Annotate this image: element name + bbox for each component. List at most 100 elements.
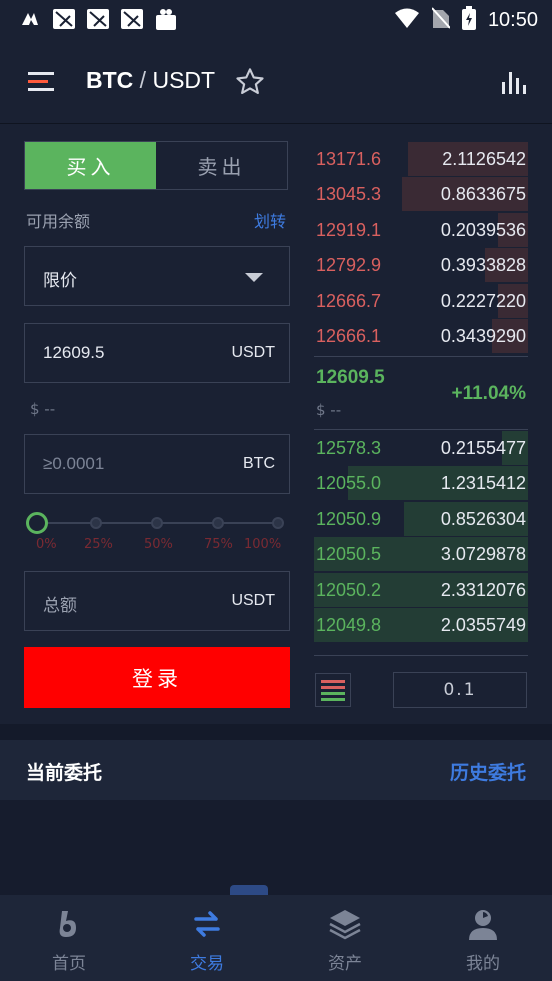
menu-icon[interactable]	[28, 70, 58, 94]
bid-price: 12578.3	[316, 438, 382, 458]
nav-home-label: 首页	[52, 954, 86, 974]
bid-price: 12050.9	[316, 509, 382, 529]
ask-row[interactable]: 12666.1 0.3439290	[314, 319, 528, 353]
bid-price: 12050.2	[316, 580, 382, 600]
ask-quantity: 0.2039536	[440, 220, 526, 240]
percent-label: 0%	[36, 537, 57, 552]
bid-price: 12049.8	[316, 615, 382, 635]
pair-separator: /	[133, 67, 153, 93]
pair-quote: USDT	[152, 67, 216, 93]
notification-icon	[86, 7, 110, 31]
shopping-bag-icon	[154, 7, 178, 31]
amount-percent-slider[interactable]	[26, 512, 286, 534]
layers-icon	[328, 907, 362, 941]
home-logo-icon	[52, 907, 86, 941]
top-bar: BTC / USDT	[0, 40, 552, 124]
bid-quantity: 0.8526304	[440, 509, 526, 529]
wifi-icon	[394, 7, 420, 33]
available-balance-label: 可用余额	[26, 212, 91, 231]
clock: 10:50	[487, 8, 538, 31]
bid-quantity: 2.0355749	[440, 615, 526, 635]
ask-row[interactable]: 12666.7 0.2227220	[314, 284, 528, 318]
nav-trade-label: 交易	[190, 954, 224, 974]
price-change: +11.04%	[451, 383, 527, 404]
ask-row[interactable]: 13171.6 2.1126542	[314, 142, 528, 176]
bid-price: 12055.0	[316, 473, 382, 493]
amount-placeholder: ≥0.0001	[43, 454, 105, 473]
login-button[interactable]: 登录	[24, 647, 290, 708]
nav-mine[interactable]: 我的	[414, 895, 552, 981]
ask-quantity: 0.3439290	[440, 326, 526, 346]
price-unit: USDT	[231, 344, 275, 361]
nav-trade[interactable]: 交易	[138, 895, 276, 981]
bid-price: 12050.5	[316, 544, 382, 564]
percent-label: 75%	[204, 537, 233, 552]
amount-input[interactable]: ≥0.0001 BTC	[24, 434, 290, 494]
ask-row[interactable]: 13045.3 0.8633675	[314, 177, 528, 211]
ask-quantity: 0.8633675	[440, 184, 526, 204]
chevron-down-icon	[245, 273, 263, 282]
bid-row[interactable]: 12049.8 2.0355749	[314, 608, 528, 642]
bid-quantity: 1.2315412	[440, 473, 526, 493]
total-input[interactable]: 总额 USDT	[24, 571, 290, 631]
divider	[314, 655, 528, 656]
order-type-select[interactable]: 限价	[24, 246, 290, 306]
ask-price: 12792.9	[316, 255, 382, 275]
last-price-usd: $ --	[316, 401, 342, 419]
bid-row[interactable]: 12050.5 3.0729878	[314, 537, 528, 571]
ask-price: 12919.1	[316, 220, 382, 240]
user-icon	[466, 907, 500, 941]
slider-stop[interactable]	[90, 517, 102, 529]
nav-mine-label: 我的	[466, 954, 500, 974]
orders-list	[0, 800, 552, 895]
slider-stop[interactable]	[151, 517, 163, 529]
price-input[interactable]: 12609.5 USDT	[24, 323, 290, 383]
precision-select[interactable]: 0.1	[393, 672, 527, 708]
orders-header: 当前委托 历史委托	[0, 740, 552, 800]
ask-row[interactable]: 12919.1 0.2039536	[314, 213, 528, 247]
app-logo-icon	[18, 7, 42, 31]
ask-price: 12666.1	[316, 326, 382, 346]
slider-stop[interactable]	[272, 517, 284, 529]
buy-sell-tabs: 买入 卖出	[24, 141, 288, 190]
order-history-link[interactable]: 历史委托	[450, 758, 526, 785]
price-value: 12609.5	[43, 343, 105, 362]
slider-percent-labels: 0% 25% 50% 75% 100%	[26, 537, 288, 555]
ask-quantity: 2.1126542	[442, 149, 526, 169]
status-bar: 10:50	[0, 0, 552, 40]
tab-buy[interactable]: 买入	[25, 142, 156, 189]
percent-label: 25%	[84, 537, 113, 552]
last-price: 12609.5	[316, 367, 385, 388]
order-type-value: 限价	[43, 271, 77, 291]
order-book-last-price: 12609.5 +11.04% $ --	[314, 356, 528, 430]
nav-home[interactable]: 首页	[0, 895, 138, 981]
ask-row[interactable]: 12792.9 0.3933828	[314, 248, 528, 282]
tab-sell[interactable]: 卖出	[156, 142, 287, 189]
slider-handle[interactable]	[26, 512, 48, 534]
kline-chart-icon[interactable]	[500, 68, 528, 96]
depth-view-toggle-icon[interactable]	[315, 673, 351, 707]
ask-price: 13045.3	[316, 184, 382, 204]
exchange-arrows-icon	[190, 907, 224, 941]
bid-quantity: 3.0729878	[440, 544, 526, 564]
bid-quantity: 0.2155477	[440, 438, 526, 458]
no-sim-icon	[431, 7, 451, 33]
bottom-navigation: 首页 交易 资产 我的	[0, 895, 552, 981]
notification-icon	[52, 7, 76, 31]
nav-assets-label: 资产	[328, 954, 362, 974]
favorite-star-icon[interactable]	[234, 66, 266, 98]
ask-price: 13171.6	[316, 149, 382, 169]
total-label: 总额	[43, 596, 77, 616]
transfer-link[interactable]: 划转	[254, 208, 286, 232]
current-orders-title: 当前委托	[26, 762, 103, 784]
percent-label: 50%	[144, 537, 173, 552]
bid-row[interactable]: 12578.3 0.2155477	[314, 431, 528, 465]
bid-row[interactable]: 12050.9 0.8526304	[314, 502, 528, 536]
slider-stop[interactable]	[212, 517, 224, 529]
battery-icon	[461, 6, 476, 34]
trading-pair-title[interactable]: BTC / USDT	[86, 67, 215, 94]
ask-quantity: 0.2227220	[440, 291, 526, 311]
bid-row[interactable]: 12055.0 1.2315412	[314, 466, 528, 500]
bid-row[interactable]: 12050.2 2.3312076	[314, 573, 528, 607]
nav-assets[interactable]: 资产	[276, 895, 414, 981]
